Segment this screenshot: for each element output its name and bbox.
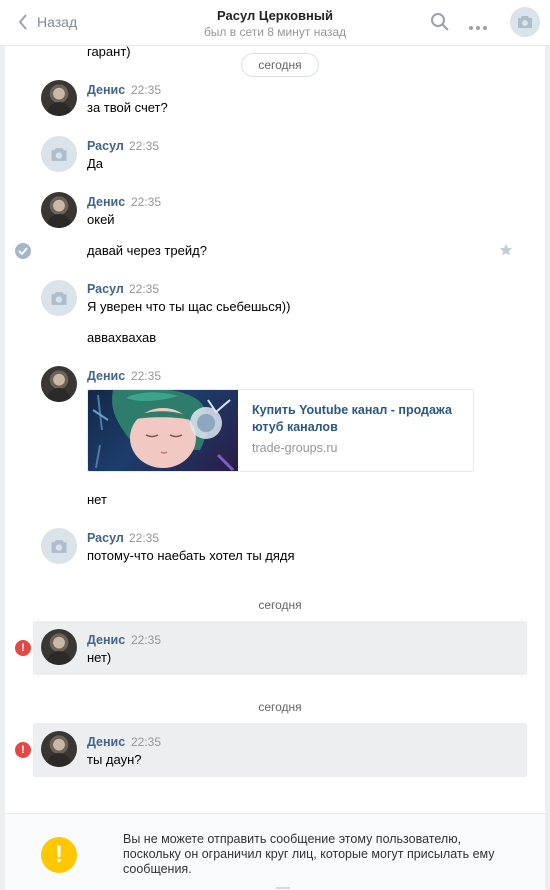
message-text: гарант): [87, 44, 131, 59]
check-icon: [18, 247, 28, 255]
avatar[interactable]: [41, 629, 77, 665]
avatar[interactable]: [41, 280, 77, 316]
star-icon: [500, 244, 512, 256]
message-text: потому-что наебать хотел ты дядя: [87, 548, 295, 563]
message-time[interactable]: 22:35: [131, 195, 161, 209]
chat-page: Назад Расул Церковный был в сети 8 минут…: [0, 0, 550, 890]
message-text: окей: [87, 212, 115, 227]
blocked-notice: ! Вы не можете отправить сообщение этому…: [5, 813, 545, 890]
link-title[interactable]: Купить Youtube канал - продажа ютуб кана…: [252, 402, 462, 436]
search-button[interactable]: [430, 12, 450, 35]
message-time[interactable]: 22:35: [131, 633, 161, 647]
chat-header: Назад Расул Церковный был в сети 8 минут…: [0, 0, 550, 46]
message-time[interactable]: 22:35: [129, 282, 159, 296]
message-time[interactable]: 22:35: [131, 369, 161, 383]
author-name[interactable]: Денис: [87, 195, 125, 209]
message-text: за твой счет?: [87, 100, 168, 115]
favorite-button[interactable]: [499, 243, 513, 260]
avatar[interactable]: [41, 80, 77, 116]
message-time[interactable]: 22:35: [129, 531, 159, 545]
camera-icon: [51, 147, 67, 161]
message-text: ты даун?: [87, 752, 142, 767]
link-preview-image: [88, 390, 238, 471]
message-time[interactable]: 22:35: [131, 735, 161, 749]
error-icon[interactable]: !: [15, 742, 31, 758]
more-icon: [469, 26, 487, 30]
date-separator: сегодня: [241, 53, 319, 77]
author-name[interactable]: Расул: [87, 282, 124, 296]
author-name[interactable]: Денис: [87, 633, 125, 647]
author-name[interactable]: Денис: [87, 369, 125, 383]
more-button[interactable]: [468, 19, 488, 34]
message-text: нет: [87, 492, 107, 507]
author-name[interactable]: Денис: [87, 735, 125, 749]
avatar[interactable]: [41, 366, 77, 402]
message-text: аввахвахав: [87, 330, 157, 345]
author-name[interactable]: Денис: [87, 83, 125, 97]
failed-message-block[interactable]: [33, 723, 527, 777]
avatar[interactable]: [41, 528, 77, 564]
search-icon: [431, 13, 449, 31]
message-text: нет): [87, 650, 112, 665]
failed-message-block[interactable]: [33, 621, 527, 675]
avatar[interactable]: [41, 731, 77, 767]
message-text: давай через трейд?: [87, 243, 207, 258]
read-status: [15, 243, 31, 259]
message-time[interactable]: 22:35: [131, 83, 161, 97]
error-icon[interactable]: !: [15, 640, 31, 656]
camera-icon: [51, 291, 67, 305]
camera-icon: [518, 16, 532, 28]
message-text: Я уверен что ты щас сьебешься)): [87, 299, 291, 314]
date-separator: сегодня: [258, 700, 302, 714]
anime-girl-illustration: [92, 390, 235, 471]
link-preview-card[interactable]: Купить Youtube канал - продажа ютуб кана…: [87, 389, 474, 472]
divider: [276, 887, 290, 889]
blocked-notice-text: Вы не можете отправить сообщение этому п…: [123, 832, 495, 876]
author-name[interactable]: Расул: [87, 139, 124, 153]
warning-icon: !: [41, 837, 77, 873]
message-time[interactable]: 22:35: [129, 139, 159, 153]
header-avatar[interactable]: [510, 7, 540, 37]
camera-icon: [51, 539, 67, 553]
link-domain: trade-groups.ru: [252, 441, 338, 455]
date-separator: сегодня: [258, 598, 302, 612]
avatar[interactable]: [41, 136, 77, 172]
avatar[interactable]: [41, 192, 77, 228]
message-text: Да: [87, 156, 104, 171]
author-name[interactable]: Расул: [87, 531, 124, 545]
